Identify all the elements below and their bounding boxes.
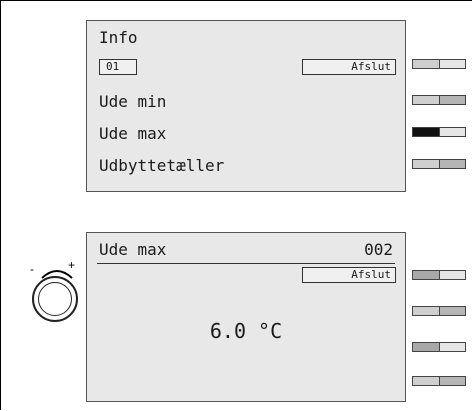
parameter-code: 002 [364,240,393,259]
softkey-exit-bottom[interactable] [412,270,466,280]
screen-title: Ude max [99,240,167,259]
title-divider [97,263,395,264]
rotary-knob[interactable] [32,276,78,322]
softkey-exit[interactable] [412,59,466,69]
menu-item-ude-max[interactable]: Ude max [99,125,166,143]
exit-button[interactable]: Afslut [302,59,396,75]
exit-button[interactable]: Afslut [302,267,396,283]
knob-plus-label: + [68,258,76,272]
temperature-value: 6.0 °C [209,319,283,343]
knob-minus-label: - [30,262,34,276]
softkey-2[interactable] [412,306,466,316]
softkey-4[interactable] [412,376,466,386]
screen-title: Info [99,28,138,47]
softkey-ude-min[interactable] [412,95,466,105]
info-menu-screen: Info 01 Afslut Ude min Ude max Udbyttetæ… [86,20,406,192]
menu-number-field[interactable]: 01 [99,59,137,75]
menu-item-udbyttetaeller[interactable]: Udbyttetæller [99,157,224,175]
softkey-ude-max[interactable] [412,127,466,137]
menu-item-ude-min[interactable]: Ude min [99,93,166,111]
ude-max-screen: Ude max 002 Afslut 6.0 °C [86,232,406,402]
softkey-udbyttetaeller[interactable] [412,159,466,169]
softkey-3[interactable] [412,342,466,352]
